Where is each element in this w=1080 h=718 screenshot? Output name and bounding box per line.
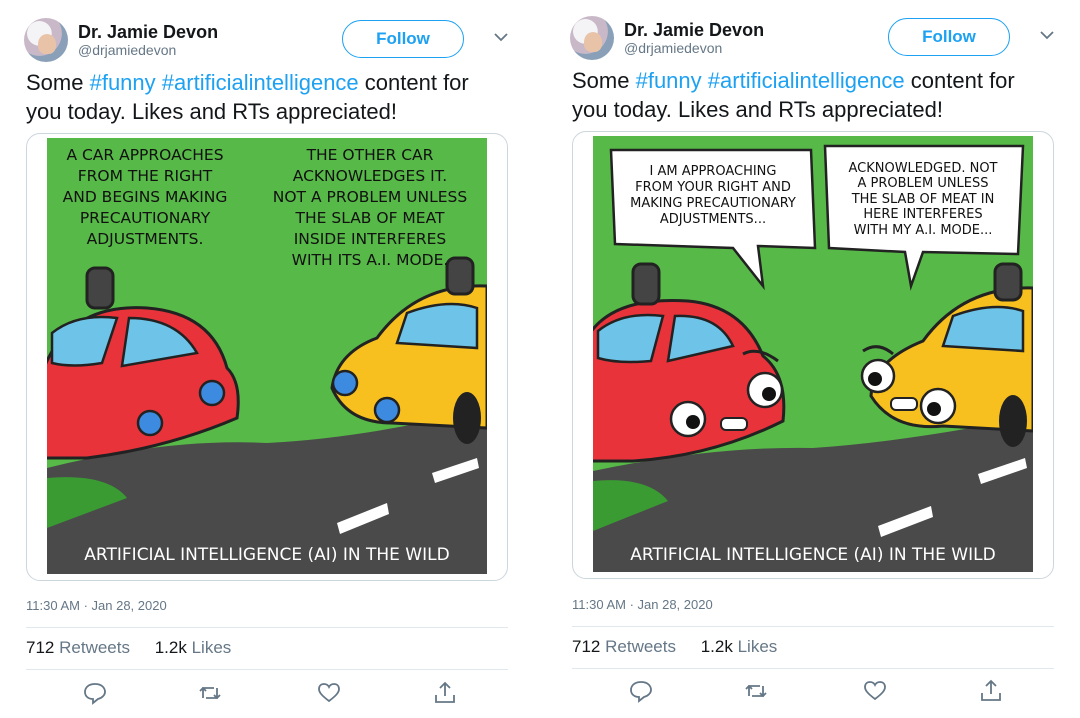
tweet-card-right: Dr. Jamie Devon @drjamiedevon Follow Som…	[568, 0, 1058, 718]
comic-image[interactable]: I AM APPROACHING FROM YOUR RIGHT AND MAK…	[593, 136, 1033, 572]
divider	[572, 626, 1054, 627]
comic-caption-line: FROM THE RIGHT	[78, 167, 213, 185]
comic-caption-line: NOT A PROBLEM UNLESS	[273, 188, 467, 206]
comic-bubble-line: A PROBLEM UNLESS	[857, 176, 988, 191]
avatar[interactable]	[24, 18, 68, 62]
display-name[interactable]: Dr. Jamie Devon	[624, 20, 764, 41]
share-icon[interactable]	[432, 680, 458, 706]
reply-icon[interactable]	[628, 678, 654, 704]
retweet-count[interactable]: 712	[26, 638, 54, 657]
retweet-count[interactable]: 712	[572, 637, 600, 656]
comic-bubble-line: HERE INTERFERES	[863, 207, 982, 222]
tweet-actions	[568, 678, 1058, 704]
tweet-text: Some #funny #artificialintelligence cont…	[572, 68, 1015, 122]
comic-caption-line: ACKNOWLEDGES IT.	[293, 167, 448, 185]
divider	[26, 627, 508, 628]
comic-bubble-line: FROM YOUR RIGHT AND	[635, 180, 791, 195]
like-icon[interactable]	[862, 678, 888, 704]
comic-bubble-line: WITH MY A.I. MODE...	[854, 223, 993, 238]
retweet-icon[interactable]	[743, 678, 769, 704]
comic-caption-line: INSIDE INTERFERES	[294, 230, 447, 248]
comic-image[interactable]: A CAR APPROACHES FROM THE RIGHT AND BEGI…	[47, 138, 487, 574]
follow-button[interactable]: Follow	[342, 20, 464, 58]
comic-caption-line: A CAR APPROACHES	[66, 146, 223, 164]
like-count[interactable]: 1.2k	[701, 637, 733, 656]
chevron-down-icon[interactable]	[492, 28, 510, 46]
user-handle[interactable]: @drjamiedevon	[624, 40, 722, 56]
comic-bubble-line: I AM APPROACHING	[650, 164, 777, 179]
comic-caption-line: THE OTHER CAR	[306, 146, 434, 164]
tweet-actions	[22, 680, 512, 706]
comic-footer: ARTIFICIAL INTELLIGENCE (AI) IN THE WILD	[84, 545, 449, 565]
media-card[interactable]: I AM APPROACHING FROM YOUR RIGHT AND MAK…	[572, 131, 1054, 579]
comic-caption-line: ADJUSTMENTS.	[87, 230, 204, 248]
comic-caption-line: THE SLAB OF MEAT	[295, 209, 445, 227]
comic-caption-line: AND BEGINS MAKING	[63, 188, 228, 206]
retweets-label[interactable]: Retweets	[59, 638, 130, 657]
tweet-timestamp[interactable]: 11:30 AM · Jan 28, 2020	[26, 598, 167, 613]
hashtag-link[interactable]: #artificialintelligence	[708, 68, 905, 93]
follow-button[interactable]: Follow	[888, 18, 1010, 56]
tweet-stats: 712 Retweets 1.2k Likes	[572, 637, 777, 657]
reply-icon[interactable]	[82, 680, 108, 706]
tweet-text: Some #funny #artificialintelligence cont…	[26, 70, 469, 124]
comic-bubble-line: ACKNOWLEDGED. NOT	[848, 161, 997, 176]
avatar[interactable]	[570, 16, 614, 60]
comic-caption-line: WITH ITS A.I. MODE.	[292, 251, 449, 269]
like-count[interactable]: 1.2k	[155, 638, 187, 657]
divider	[26, 669, 508, 670]
divider	[572, 668, 1054, 669]
chevron-down-icon[interactable]	[1038, 26, 1056, 44]
comic-caption-line: PRECAUTIONARY	[80, 209, 211, 227]
hashtag-link[interactable]: #artificialintelligence	[162, 70, 359, 95]
tweet-card-left: Dr. Jamie Devon @drjamiedevon Follow Som…	[22, 0, 512, 718]
hashtag-link[interactable]: #funny	[90, 70, 156, 95]
tweet-stats: 712 Retweets 1.2k Likes	[26, 638, 231, 658]
retweets-label[interactable]: Retweets	[605, 637, 676, 656]
hashtag-link[interactable]: #funny	[636, 68, 702, 93]
comic-bubble-line: ADJUSTMENTS...	[660, 212, 766, 227]
comic-bubble-line: THE SLAB OF MEAT IN	[851, 192, 995, 207]
tweet-timestamp[interactable]: 11:30 AM · Jan 28, 2020	[572, 597, 713, 612]
share-icon[interactable]	[978, 678, 1004, 704]
display-name[interactable]: Dr. Jamie Devon	[78, 22, 218, 43]
like-icon[interactable]	[316, 680, 342, 706]
media-card[interactable]: A CAR APPROACHES FROM THE RIGHT AND BEGI…	[26, 133, 508, 581]
comic-footer: ARTIFICIAL INTELLIGENCE (AI) IN THE WILD	[630, 545, 995, 565]
retweet-icon[interactable]	[197, 680, 223, 706]
likes-label[interactable]: Likes	[192, 638, 232, 657]
comic-bubble-line: MAKING PRECAUTIONARY	[630, 196, 796, 211]
user-handle[interactable]: @drjamiedevon	[78, 42, 176, 58]
likes-label[interactable]: Likes	[738, 637, 778, 656]
